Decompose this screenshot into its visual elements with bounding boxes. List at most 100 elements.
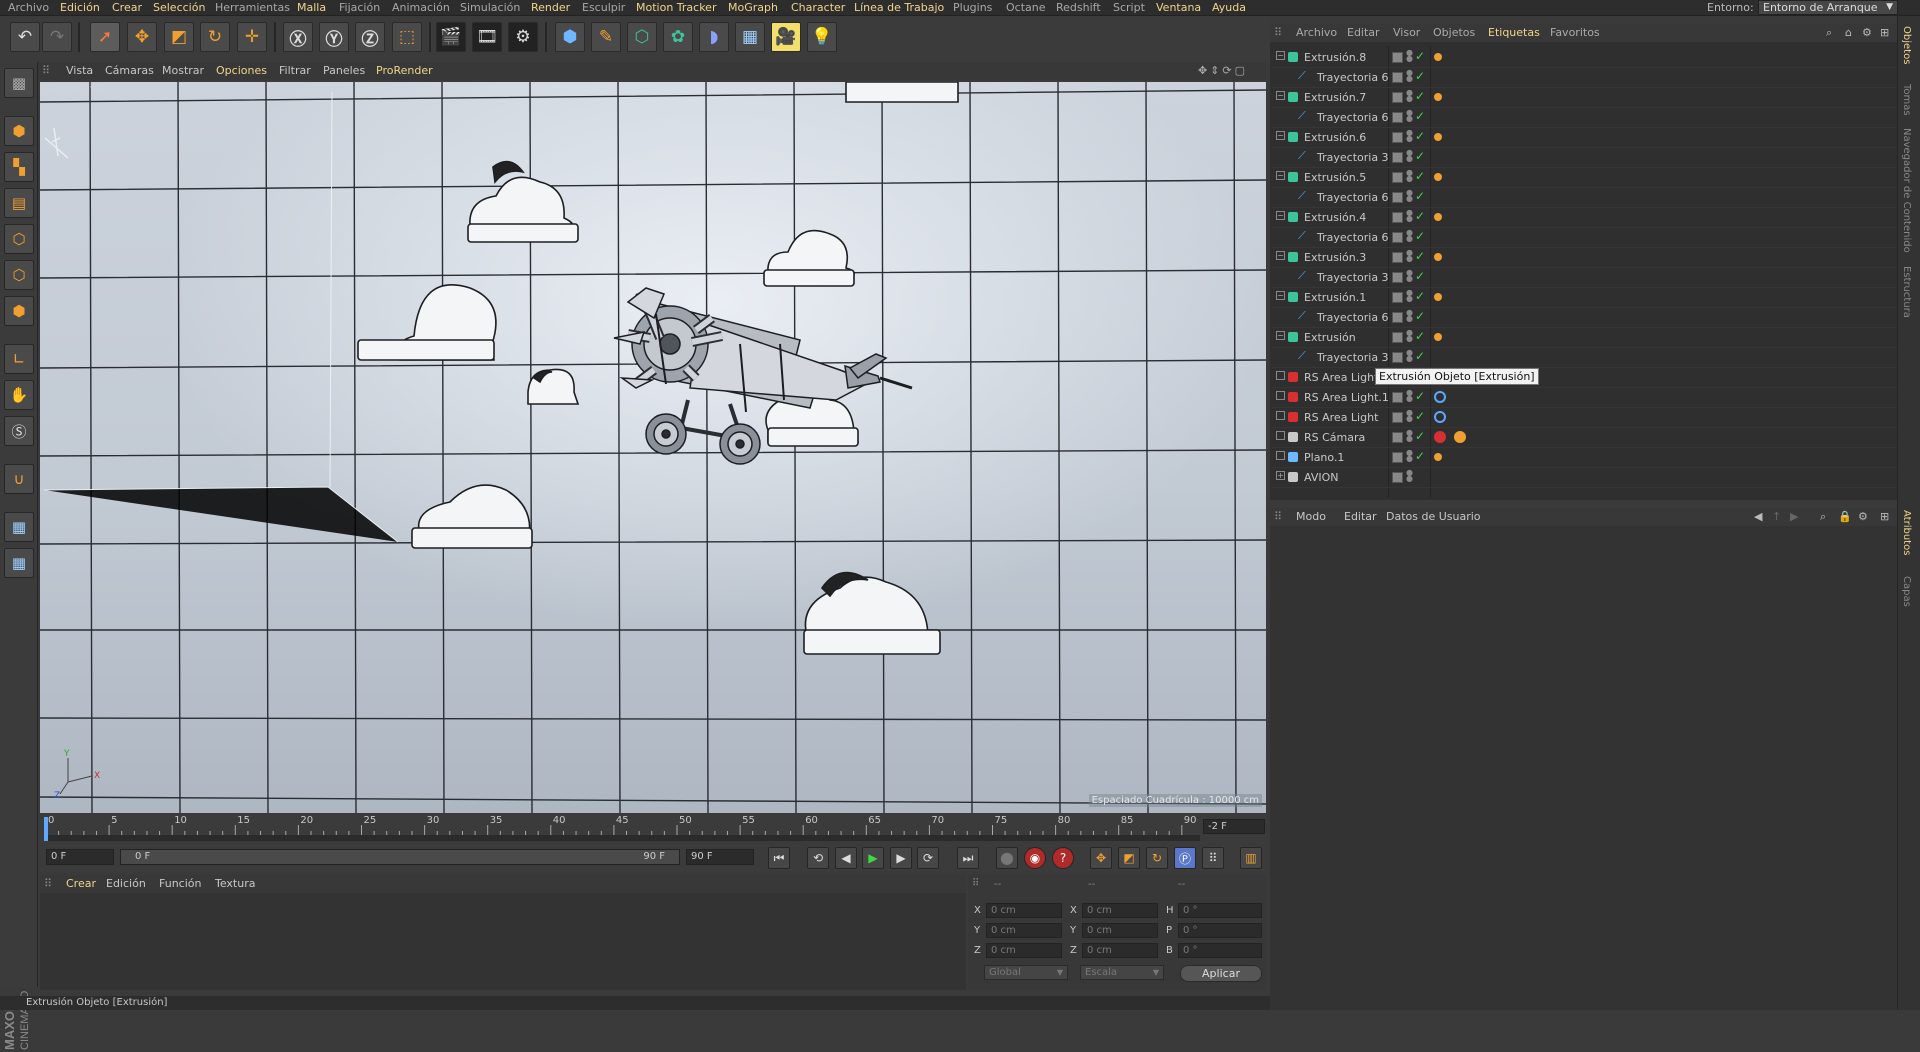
object-row[interactable]: − Extrusión.7 ● ● ✓ <box>1272 88 1897 108</box>
rotation-b-field[interactable]: 0 ° <box>1178 943 1262 958</box>
tweak-mode-icon[interactable]: ✋ <box>4 380 34 410</box>
enabled-check-icon[interactable]: ✓ <box>1415 269 1425 283</box>
record-active-icon[interactable]: ⬤ <box>996 847 1018 869</box>
up-arrow-icon[interactable]: ↑ <box>1772 510 1781 523</box>
layer-swatch-icon[interactable] <box>1392 412 1403 423</box>
timeline-end-field[interactable]: -2 F <box>1203 819 1265 834</box>
expand-toggle-icon[interactable]: − <box>1276 211 1285 220</box>
object-name[interactable]: Extrusión.7 <box>1304 91 1366 104</box>
magnet-icon[interactable]: ∪ <box>4 464 34 494</box>
expand-toggle-icon[interactable]: − <box>1276 51 1285 60</box>
object-name[interactable]: Extrusión.6 <box>1304 131 1366 144</box>
model-mode-icon[interactable]: ⬢ <box>4 116 34 146</box>
coord-mode-select[interactable]: Global ▼ <box>984 965 1068 980</box>
om-menu-etiquetas[interactable]: Etiquetas <box>1488 26 1540 39</box>
autokey-icon[interactable]: ◉ <box>1024 847 1046 869</box>
position-x-field[interactable]: 0 cm <box>986 903 1062 918</box>
coord-system-icon[interactable]: ⬚ <box>392 22 422 52</box>
menu-seleccion[interactable]: Selección <box>153 1 205 14</box>
viewport-menu-vista[interactable]: Vista <box>66 64 93 77</box>
rotate-icon[interactable]: ↻ <box>200 22 230 52</box>
object-name[interactable]: Extrusión <box>1304 331 1356 344</box>
deformer-icon[interactable]: ◗ <box>699 22 729 52</box>
om-menu-favoritos[interactable]: Favoritos <box>1550 26 1600 39</box>
layer-swatch-icon[interactable] <box>1392 72 1403 83</box>
timeline-window-icon[interactable]: ▥ <box>1240 847 1262 869</box>
expand-toggle-icon[interactable] <box>1276 411 1285 420</box>
rotation-p-field[interactable]: 0 ° <box>1178 923 1262 938</box>
layer-swatch-icon[interactable] <box>1392 112 1403 123</box>
visibility-dots-icon[interactable]: ●● <box>1406 189 1413 203</box>
render-picture-viewer-icon[interactable]: 🎞 <box>472 22 502 52</box>
enabled-check-icon[interactable]: ✓ <box>1415 209 1425 223</box>
expand-toggle-icon[interactable] <box>1276 391 1285 400</box>
pen-icon[interactable]: ✎ <box>591 22 621 52</box>
object-row[interactable]: Plano.1 ● ● ✓ <box>1272 448 1897 468</box>
object-row[interactable]: ⟋ Trayectoria 6 ● ● ✓ <box>1272 108 1897 128</box>
attr-menu-datos-usuario[interactable]: Datos de Usuario <box>1386 510 1481 523</box>
visibility-dots-icon[interactable]: ●● <box>1406 269 1413 283</box>
next-key-icon[interactable]: ⟳ <box>917 847 939 869</box>
max-frame-field[interactable]: 90 F <box>686 849 754 865</box>
enabled-check-icon[interactable]: ✓ <box>1415 409 1425 423</box>
enabled-check-icon[interactable]: ✓ <box>1415 309 1425 323</box>
settings-icon[interactable]: ⚙ <box>1862 26 1872 39</box>
menu-linea-de-trabajo[interactable]: Línea de Trabajo <box>854 1 944 14</box>
menu-simulacion[interactable]: Simulación <box>460 1 520 14</box>
current-frame-field[interactable]: 0 F <box>46 849 114 865</box>
forward-arrow-icon[interactable]: ▶ <box>1790 510 1798 523</box>
material-menu-edicion[interactable]: Edición <box>106 877 146 890</box>
snap-icon[interactable]: Ⓢ <box>4 416 34 446</box>
object-name[interactable]: RS Area Light <box>1304 371 1378 384</box>
key-position-icon[interactable]: ✥ <box>1090 847 1112 869</box>
menu-render[interactable]: Render <box>531 1 570 14</box>
phong-tag-icon[interactable] <box>1434 253 1442 261</box>
enabled-check-icon[interactable]: ✓ <box>1415 49 1425 63</box>
previous-frame-icon[interactable]: ◀ <box>835 847 857 869</box>
play-icon[interactable]: ▶ <box>862 847 884 869</box>
object-name[interactable]: Extrusión.1 <box>1304 291 1366 304</box>
om-menu-archivo[interactable]: Archivo <box>1296 26 1337 39</box>
next-frame-icon[interactable]: ▶ <box>890 847 912 869</box>
enabled-check-icon[interactable]: ✓ <box>1415 129 1425 143</box>
visibility-dots-icon[interactable]: ●● <box>1406 89 1413 103</box>
om-menu-editar[interactable]: Editar <box>1347 26 1380 39</box>
object-row[interactable]: − Extrusión ● ● ✓ <box>1272 328 1897 348</box>
object-row[interactable]: − Extrusión.3 ● ● ✓ <box>1272 248 1897 268</box>
workplane-icon[interactable]: ▤ <box>4 188 34 218</box>
menu-motion-tracker[interactable]: Motion Tracker <box>636 1 716 14</box>
search-icon[interactable]: ⌕ <box>1826 26 1836 40</box>
new-panel-icon[interactable]: ⊞ <box>1880 26 1889 39</box>
object-row[interactable]: ⟋ Trayectoria 3 ● ● ✓ <box>1272 268 1897 288</box>
grid-snap-icon[interactable]: ▦ <box>4 548 34 578</box>
position-y-field[interactable]: 0 cm <box>986 923 1062 938</box>
phong-tag-icon[interactable] <box>1434 293 1442 301</box>
layer-swatch-icon[interactable] <box>1392 352 1403 363</box>
phong-tag-icon[interactable] <box>1434 333 1442 341</box>
menu-redshift[interactable]: Redshift <box>1056 1 1101 14</box>
make-editable-icon[interactable]: ▩ <box>4 68 34 98</box>
back-arrow-icon[interactable]: ◀ <box>1754 510 1762 523</box>
polygons-mode-icon[interactable]: ⬢ <box>4 296 34 326</box>
axis-mode-icon[interactable]: ∟ <box>4 344 34 374</box>
search-icon[interactable]: ⌕ <box>1820 510 1826 524</box>
layer-swatch-icon[interactable] <box>1392 452 1403 463</box>
layer-swatch-icon[interactable] <box>1392 432 1403 443</box>
object-name[interactable]: Trayectoria 6 <box>1317 111 1389 124</box>
layer-swatch-icon[interactable] <box>1392 292 1403 303</box>
object-name[interactable]: Extrusión.3 <box>1304 251 1366 264</box>
attr-menu-modo[interactable]: Modo <box>1296 510 1326 523</box>
visibility-dots-icon[interactable]: ●● <box>1406 129 1413 143</box>
layer-swatch-icon[interactable] <box>1392 332 1403 343</box>
enabled-check-icon[interactable]: ✓ <box>1415 389 1425 403</box>
expand-toggle-icon[interactable] <box>1276 371 1285 380</box>
panel-grip-icon[interactable]: ⠿ <box>42 64 50 77</box>
visibility-dots-icon[interactable]: ●● <box>1406 249 1413 263</box>
enabled-check-icon[interactable]: ✓ <box>1415 349 1425 363</box>
render-view-icon[interactable]: 🎬 <box>436 22 466 52</box>
transform-icon[interactable]: ✛ <box>237 22 267 52</box>
visibility-dots-icon[interactable]: ●● <box>1406 149 1413 163</box>
expand-toggle-icon[interactable]: − <box>1276 251 1285 260</box>
enabled-check-icon[interactable]: ✓ <box>1415 229 1425 243</box>
expand-toggle-icon[interactable] <box>1276 431 1285 440</box>
